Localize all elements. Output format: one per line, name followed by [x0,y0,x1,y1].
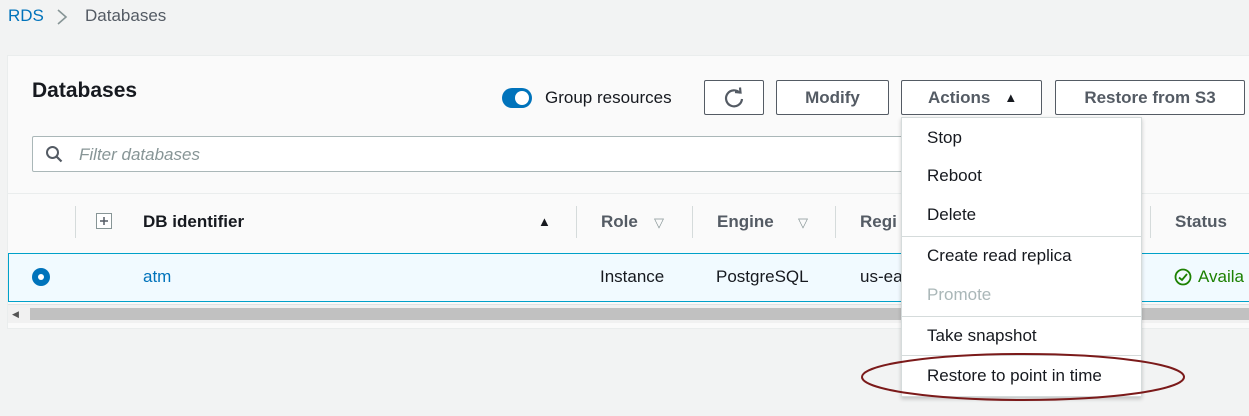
check-circle-icon [1174,268,1192,286]
search-icon [46,146,63,163]
column-header-role[interactable]: Role [601,212,638,232]
sort-ascending-icon[interactable]: ▲ [538,214,551,229]
row-status: Availa [1198,267,1244,286]
menu-item-reboot[interactable]: Reboot [927,166,982,186]
column-divider [576,206,577,238]
column-divider [692,206,693,238]
sort-descending-icon[interactable]: ▽ [798,215,808,231]
page-title: Databases [32,79,138,102]
filter-databases-input[interactable] [77,137,901,173]
menu-item-promote: Promote [927,285,992,304]
column-header-region[interactable]: Regi [860,212,897,232]
db-identifier-link[interactable]: atm [143,267,171,287]
caret-up-icon: ▲ [1004,90,1018,105]
column-divider [75,206,76,238]
toggle-knob [515,91,529,105]
restore-from-s3-button[interactable]: Restore from S3 [1055,80,1245,115]
column-divider [835,206,836,238]
group-resources-toggle[interactable] [502,88,532,108]
row-engine: PostgreSQL [716,267,809,286]
column-divider [1150,206,1151,238]
refresh-button[interactable] [704,80,764,115]
breadcrumb-rds-link[interactable]: RDS [8,6,44,26]
row-select-radio[interactable] [32,268,50,286]
filter-databases-field[interactable] [32,136,912,173]
row-role: Instance [600,267,665,286]
expand-all-icon[interactable] [96,213,112,229]
modify-button[interactable]: Modify [776,80,889,115]
row-region: us-ea [860,267,903,286]
group-resources-label: Group resources [545,88,672,107]
annotation-ellipse [861,353,1185,401]
actions-button[interactable]: Actions ▲ [901,80,1042,115]
sort-descending-icon[interactable]: ▽ [654,215,664,231]
scroll-left-icon[interactable]: ◀ [12,309,19,320]
column-header-engine[interactable]: Engine [717,212,774,232]
breadcrumb-current: Databases [85,6,167,25]
menu-item-take-snapshot[interactable]: Take snapshot [927,326,1037,346]
column-header-db-identifier[interactable]: DB identifier [143,212,244,232]
menu-divider [902,316,1141,317]
menu-item-create-read-replica[interactable]: Create read replica [927,246,1072,266]
chevron-right-icon [57,9,68,25]
menu-item-stop[interactable]: Stop [927,128,962,148]
refresh-icon [724,86,744,107]
column-header-status[interactable]: Status [1175,212,1227,232]
actions-button-label: Actions [928,87,991,107]
menu-item-delete[interactable]: Delete [927,205,976,225]
menu-divider [902,236,1141,237]
radio-dot [38,274,44,280]
